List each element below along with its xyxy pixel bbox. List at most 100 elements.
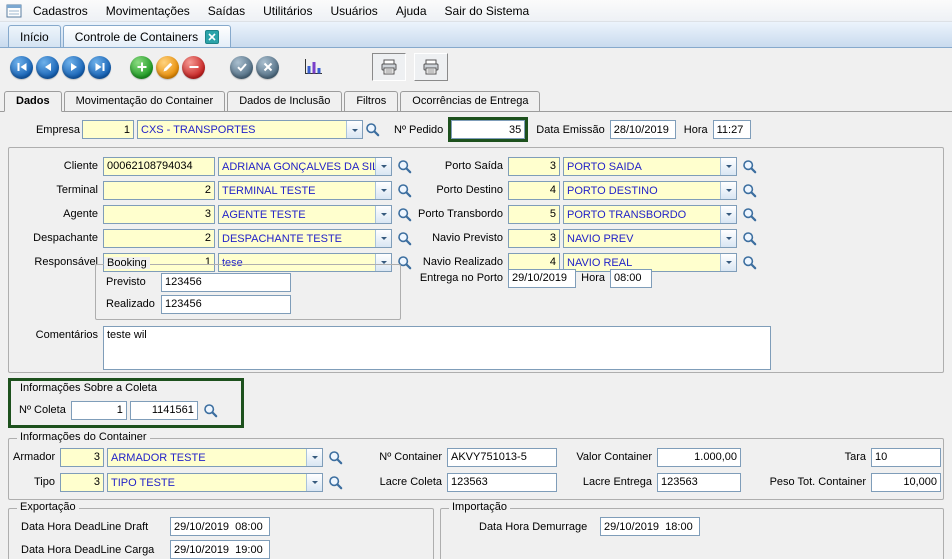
despachante-code-input[interactable] [103,229,215,248]
porto-saida-row: Porto Saída PORTO SAIDA [409,156,757,176]
deadline-draft-input[interactable] [170,517,270,536]
booking-previsto-label: Previsto [106,276,158,288]
cancel-button[interactable] [256,56,279,79]
tipo-combo[interactable]: TIPO TESTE [107,473,323,492]
container-group: Informações do Container Armador ARMADOR… [8,438,944,500]
agente-combo[interactable]: AGENTE TESTE [218,205,392,224]
num-container-input[interactable] [447,448,557,467]
chevron-down-icon [375,158,391,175]
hora-input[interactable] [713,120,751,139]
tab-inicio-label: Início [20,30,49,44]
menu-utilitarios[interactable]: Utilitários [254,1,321,21]
menu-movimentacoes[interactable]: Movimentações [97,1,199,21]
despachante-combo[interactable]: DESPACHANTE TESTE [218,229,392,248]
dados-panel: Cliente ADRIANA GONÇALVES DA SILVA Termi… [8,147,944,373]
armador-code-input[interactable] [60,448,104,467]
empresa-combo-value: CXS - TRANSPORTES [138,121,346,138]
pedido-input[interactable] [451,120,525,139]
last-record-button[interactable] [88,56,111,79]
navio-previsto-search-icon[interactable] [742,231,757,246]
menu-ajuda[interactable]: Ajuda [387,1,436,21]
tab-ocorrencias-entrega[interactable]: Ocorrências de Entrega [400,91,540,112]
previous-record-button[interactable] [36,56,59,79]
deadline-draft-label: Data Hora DeadLine Draft [21,521,167,533]
tipo-search-icon[interactable] [328,475,343,490]
porto-destino-code-input[interactable] [508,181,560,200]
booking-legend: Booking [104,257,150,269]
data-emissao-input[interactable] [610,120,676,139]
pedido-highlight [448,117,528,142]
next-record-button[interactable] [62,56,85,79]
lacre-coleta-input[interactable] [447,473,557,492]
empresa-combo[interactable]: CXS - TRANSPORTES [137,120,363,139]
terminal-combo[interactable]: TERMINAL TESTE [218,181,392,200]
delete-record-button[interactable] [182,56,205,79]
peso-input[interactable] [871,473,941,492]
add-record-button[interactable] [130,56,153,79]
menu-usuarios[interactable]: Usuários [321,1,386,21]
navio-realizado-search-icon[interactable] [742,255,757,270]
deadline-carga-input[interactable] [170,540,270,559]
cliente-code-input[interactable] [103,157,215,176]
agente-code-input[interactable] [103,205,215,224]
entrega-time-input[interactable] [610,269,652,288]
booking-realizado-input[interactable] [161,295,291,314]
chart-button[interactable] [298,54,328,80]
porto-saida-code-input[interactable] [508,157,560,176]
cliente-combo[interactable]: ADRIANA GONÇALVES DA SILVA [218,157,392,176]
menu-cadastros[interactable]: Cadastros [24,1,97,21]
edit-record-button[interactable] [156,56,179,79]
comentarios-row: Comentários teste wil [13,326,771,346]
tab-inicio[interactable]: Início [8,25,61,47]
confirm-button[interactable] [230,56,253,79]
empresa-code-input[interactable] [82,120,134,139]
chevron-down-icon [346,121,362,138]
lacre-entrega-input[interactable] [657,473,741,492]
chevron-down-icon [375,230,391,247]
porto-transbordo-search-icon[interactable] [742,207,757,222]
coleta-search-icon[interactable] [203,403,218,418]
coleta-legend: Informações Sobre a Coleta [20,382,157,394]
tab-filtros[interactable]: Filtros [344,91,398,112]
print-preview-button[interactable] [372,53,406,81]
armador-combo-value: ARMADOR TESTE [108,449,306,466]
tab-dados-inclusao[interactable]: Dados de Inclusão [227,91,342,112]
empresa-search-icon[interactable] [365,122,380,137]
entrega-date-input[interactable] [508,269,576,288]
porto-destino-search-icon[interactable] [742,183,757,198]
porto-destino-combo[interactable]: PORTO DESTINO [563,181,737,200]
porto-transbordo-combo[interactable]: PORTO TRANSBORDO [563,205,737,224]
coleta-codigo-input[interactable] [130,401,198,420]
menu-sair[interactable]: Sair do Sistema [436,1,539,21]
data-emissao-label: Data Emissão [536,124,606,136]
porto-saida-combo[interactable]: PORTO SAIDA [563,157,737,176]
close-icon[interactable] [205,30,219,44]
armador-combo[interactable]: ARMADOR TESTE [107,448,323,467]
first-record-button[interactable] [10,56,33,79]
tara-input[interactable] [871,448,941,467]
document-tabstrip: Início Controle de Containers [0,22,952,48]
printer-icon [380,59,398,75]
tara-label: Tara [744,451,868,463]
terminal-code-input[interactable] [103,181,215,200]
tab-movimentacao-container[interactable]: Movimentação do Container [64,91,226,112]
despachante-row: Despachante DESPACHANTE TESTE [13,228,412,248]
valor-container-input[interactable] [657,448,741,467]
entrega-row: Entrega no Porto Hora [409,268,652,288]
porto-transbordo-code-input[interactable] [508,205,560,224]
tab-dados[interactable]: Dados [4,91,62,112]
tab-controle-de-containers[interactable]: Controle de Containers [63,25,231,47]
tipo-code-input[interactable] [60,473,104,492]
navio-previsto-combo[interactable]: NAVIO PREV [563,229,737,248]
booking-previsto-input[interactable] [161,273,291,292]
menu-saidas[interactable]: Saídas [199,1,254,21]
booking-realizado-row: Realizado [106,294,291,314]
coleta-numero-input[interactable] [71,401,127,420]
application-window: { "menu": { "items": ["Cadastros", "Movi… [0,0,952,559]
comentarios-textarea[interactable]: teste wil [103,326,771,370]
navio-previsto-code-input[interactable] [508,229,560,248]
demurrage-input[interactable] [600,517,700,536]
print-button[interactable] [414,53,448,81]
porto-saida-search-icon[interactable] [742,159,757,174]
armador-search-icon[interactable] [328,450,343,465]
